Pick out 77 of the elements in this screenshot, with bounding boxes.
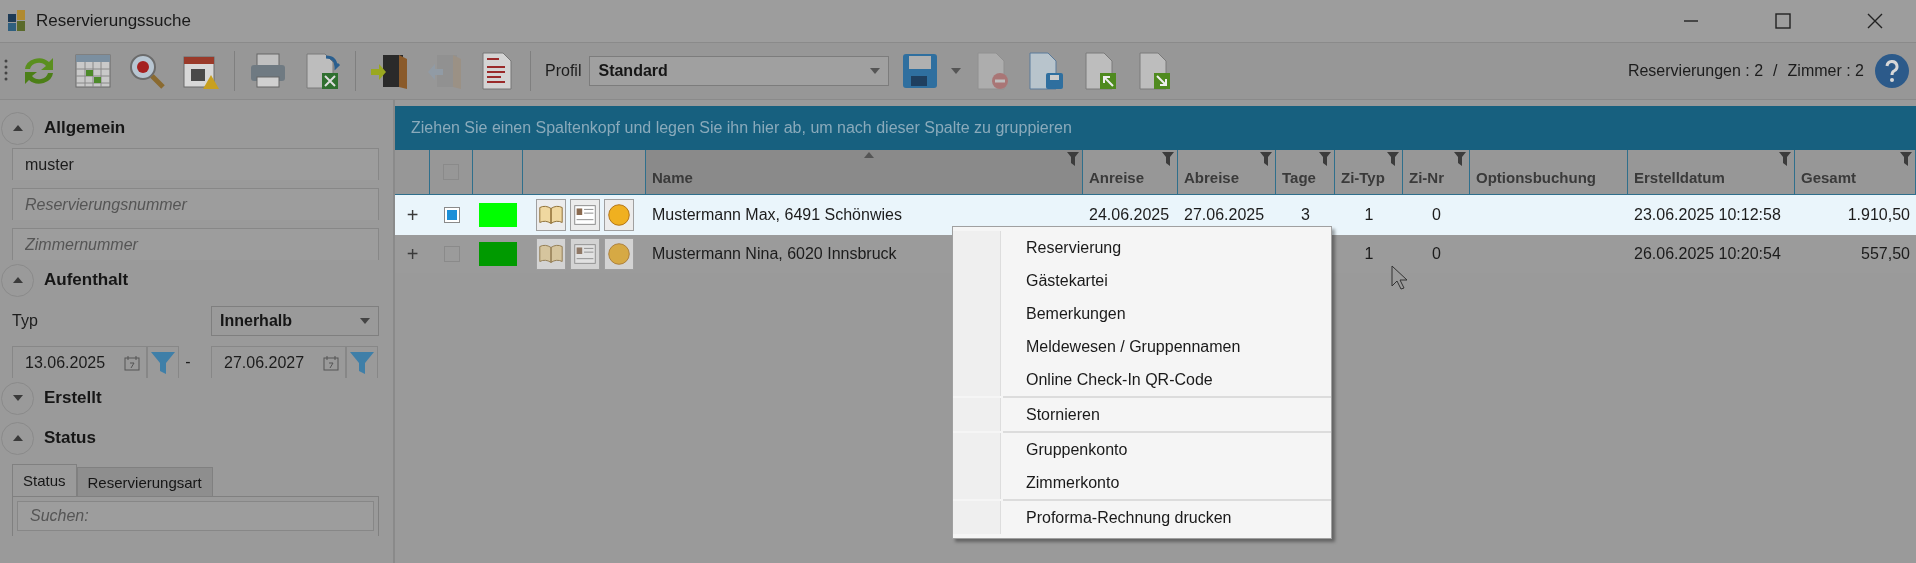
column-header[interactable]: Abreise (1178, 150, 1276, 195)
tab[interactable]: Reservierungsart (76, 467, 213, 496)
close-icon[interactable] (1865, 11, 1885, 31)
filter-icon[interactable] (1067, 152, 1079, 166)
column-header[interactable]: Zi-Typ (1335, 150, 1403, 195)
search-field[interactable]: Suchen: (17, 501, 374, 531)
profile-dropdown[interactable]: Standard (589, 56, 890, 86)
filter-icon[interactable] (1319, 152, 1331, 166)
calendar-icon (73, 51, 113, 91)
table-cell-text: 26.06.2025 10:20:54 (1633, 244, 1782, 264)
profile-label: Profil (545, 62, 582, 80)
printer-icon (248, 51, 288, 91)
column-header[interactable]: Zi-Nr (1403, 150, 1470, 195)
collapse-icon (12, 435, 23, 441)
table-cell-text: 0 (1431, 205, 1442, 225)
calendar-icon (323, 354, 339, 371)
table-cell-text: 1 (1363, 205, 1375, 225)
dropdown-caret-icon (870, 68, 881, 74)
maximize-icon[interactable] (1773, 11, 1793, 31)
date-field[interactable]: 27.06.2027 (211, 346, 346, 378)
table-cell-text: 0 (1431, 244, 1442, 264)
table-cell-text: Mustermann Nina, 6020 Innsbruck (651, 244, 898, 264)
calendar-icon (124, 354, 140, 371)
dropdown-caret-icon[interactable] (951, 68, 962, 74)
search-field[interactable]: Zimmernummer (12, 228, 379, 260)
filter-icon[interactable] (1900, 152, 1912, 166)
collapse-icon (12, 277, 23, 283)
search-field[interactable]: muster (12, 148, 379, 180)
search-field[interactable]: Reservierungsnummer (12, 188, 379, 220)
range-dash: - (184, 353, 192, 371)
column-header[interactable]: Anreise (1083, 150, 1178, 195)
magnifier-icon (127, 51, 167, 91)
table-cell-text: 1 (1363, 244, 1375, 264)
app-logo-icon (8, 10, 26, 32)
count-divider: / (1773, 62, 1778, 80)
reservation-count: Reservierungen : 2 (1627, 62, 1764, 80)
table-cell-text: 3 (1300, 205, 1311, 225)
expand-toggle[interactable]: + (406, 203, 419, 227)
table-cell-text: 24.06.2025 (1088, 205, 1171, 225)
window-title: Reservierungssuche (36, 11, 192, 31)
table-cell-text: 557,50 (1860, 244, 1911, 264)
section-title: Aufenthalt (44, 270, 129, 290)
group-hint-bar: Ziehen Sie einen Spaltenkopf und legen Sie ihn hier ab, um nach dieser Spalte zu gruppieren (395, 106, 1916, 150)
checkbox[interactable] (443, 207, 460, 223)
filter-icon[interactable] (1779, 152, 1791, 166)
book-icon[interactable] (535, 238, 566, 270)
guest-card-icon[interactable] (569, 199, 600, 231)
expand-icon (12, 395, 23, 401)
table-cell-text: 23.06.2025 10:12:58 (1633, 205, 1782, 225)
section-title: Allgemein (44, 118, 126, 138)
column-header[interactable]: Gesamt (1795, 150, 1916, 195)
section-title: Status (44, 428, 96, 448)
section-title: Erstellt (44, 388, 102, 408)
column-header[interactable]: Erstelldatum (1628, 150, 1795, 195)
filter-icon[interactable] (1454, 152, 1466, 166)
expand-toggle[interactable]: + (406, 242, 419, 266)
table-cell-text: 1.910,50 (1846, 205, 1911, 225)
tab[interactable]: Status (12, 464, 77, 496)
type-dropdown[interactable]: Innerhalb (211, 306, 379, 336)
filter-icon[interactable] (1162, 152, 1174, 166)
filter-icon[interactable] (1387, 152, 1399, 166)
help-icon[interactable] (1874, 53, 1910, 89)
filter-icon (349, 349, 375, 376)
filter-icon[interactable] (1260, 152, 1272, 166)
guest-card-icon[interactable] (569, 238, 600, 270)
dropdown-caret-icon (360, 318, 370, 324)
column-header[interactable]: Name (646, 150, 1083, 195)
date-field[interactable]: 13.06.2025 (12, 346, 147, 378)
column-header[interactable]: Optionsbuchung (1470, 150, 1628, 195)
type-label: Typ (12, 312, 39, 330)
book-icon[interactable] (535, 199, 566, 231)
collapse-icon (12, 125, 23, 131)
room-count: Zimmer : 2 (1787, 62, 1864, 80)
table-cell-text: 27.06.2025 (1183, 205, 1266, 225)
filter-icon (150, 349, 176, 376)
column-header[interactable]: Tage (1276, 150, 1335, 195)
table-cell-text: Mustermann Max, 6491 Schönwies (651, 205, 903, 225)
